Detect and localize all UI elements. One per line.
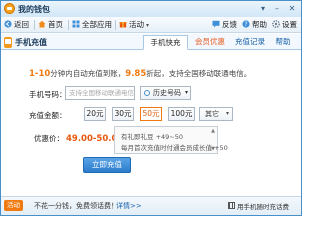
amount-option-50[interactable]: 50元 xyxy=(140,107,162,121)
activity-label: 活动 xyxy=(129,20,144,29)
offer-item: 有礼即礼豆 +49~50 xyxy=(121,133,184,141)
chevron-down-icon: ▾ xyxy=(225,110,229,117)
tab-quick-recharge[interactable]: 手机快充 xyxy=(143,35,188,50)
gear-icon xyxy=(272,20,280,28)
promo-time: 1-10 xyxy=(29,69,51,79)
history-numbers-dropdown[interactable]: 历史号码 ▾ xyxy=(140,86,191,100)
amount-option-100[interactable]: 100元 xyxy=(168,107,195,121)
grid-icon xyxy=(72,20,80,28)
feedback-button[interactable]: 反馈 xyxy=(212,19,237,31)
settings-button[interactable]: 设置 xyxy=(272,19,297,31)
feedback-label: 反馈 xyxy=(222,20,237,29)
toolbar-divider xyxy=(68,20,69,30)
tab-member-offers[interactable]: 会员优惠 xyxy=(191,35,229,50)
toolbar-divider xyxy=(34,20,35,30)
footer-bar: 活动 不花一分钱，免费领话费！ 详情>> 用手机随时充话费 xyxy=(1,196,301,215)
footer-promo-text: 不花一分钱，免费领话费！ xyxy=(34,202,118,210)
details-link[interactable]: 详情>> xyxy=(116,201,142,211)
activity-button[interactable]: 活动 ▾ xyxy=(119,19,149,31)
minimize-button[interactable]: – xyxy=(271,3,283,14)
tab-help[interactable]: 帮助 xyxy=(271,35,295,50)
window-title: 我的钱包 xyxy=(18,5,50,14)
help-icon: ? xyxy=(242,20,250,28)
scroll-down-icon[interactable]: ▼ xyxy=(210,146,216,152)
toolbar: 返回 首页 全部应用 活动 ▾ 反馈 ? 帮助 设置 xyxy=(1,17,301,33)
other-amount-select[interactable]: 其它 ▾ xyxy=(199,107,233,121)
history-label: 历史号码 xyxy=(153,89,181,97)
wallet-window: 我的钱包 ▾ – ✕ 返回 首页 全部应用 活动 ▾ 反馈 ? 帮助 设置 手机… xyxy=(0,0,302,216)
phone-number-input[interactable]: 支持全国移动联通电信 xyxy=(65,86,135,100)
settings-label: 设置 xyxy=(282,20,297,29)
scroll-up-icon[interactable]: ▲ xyxy=(210,128,216,134)
amount-option-30[interactable]: 30元 xyxy=(112,107,134,121)
feedback-icon xyxy=(212,20,220,28)
promo-end: 折起，支持全国移动联通电信。 xyxy=(146,69,252,78)
mobile-phone-icon xyxy=(4,37,12,48)
recharge-now-button[interactable]: 立即充值 xyxy=(83,157,131,173)
activity-badge: 活动 xyxy=(4,200,23,211)
title-bar: 我的钱包 ▾ – ✕ xyxy=(1,1,301,17)
back-arrow-icon xyxy=(4,20,12,28)
price-label: 优惠价： xyxy=(34,134,64,143)
svg-text:?: ? xyxy=(244,21,247,28)
amount-label: 充值金额： xyxy=(29,111,67,120)
other-amount-label: 其它 xyxy=(205,110,219,118)
mobile-recharge-link[interactable]: 用手机随时充话费 xyxy=(237,201,289,211)
offers-box: 有礼即礼豆 +49~50 每月首次充值时付通会员成长值 +50 ▲ ▼ xyxy=(114,126,228,154)
home-label: 首页 xyxy=(48,20,63,29)
tab-recharge-history[interactable]: 充值记录 xyxy=(231,35,269,50)
promo-mid: 分钟内自动充值到账， xyxy=(50,69,126,78)
toolbar-divider xyxy=(115,20,116,30)
phone-label: 手机号码： xyxy=(29,90,67,99)
promo-discount: 9.85 xyxy=(125,69,147,79)
page-header: 手机充值 手机快充 会员优惠 充值记录 帮助 xyxy=(1,34,301,50)
all-apps-label: 全部应用 xyxy=(82,20,112,29)
gift-icon xyxy=(119,22,127,28)
wallet-logo-icon xyxy=(4,3,15,14)
qr-code-icon xyxy=(228,202,235,209)
amount-option-20[interactable]: 20元 xyxy=(84,107,106,121)
chevron-down-icon: ▾ xyxy=(184,89,188,96)
help-label: 帮助 xyxy=(252,20,267,29)
help-button[interactable]: ? 帮助 xyxy=(242,19,267,31)
menu-dropdown-button[interactable]: ▾ xyxy=(257,3,269,14)
home-button[interactable]: 首页 xyxy=(38,19,63,31)
home-icon xyxy=(38,20,46,28)
back-button[interactable]: 返回 xyxy=(4,19,29,31)
history-icon xyxy=(144,90,150,96)
page-title: 手机充值 xyxy=(15,38,47,47)
all-apps-button[interactable]: 全部应用 xyxy=(72,19,112,31)
chevron-down-icon: ▾ xyxy=(146,22,150,29)
back-label: 返回 xyxy=(14,20,29,29)
promo-text: 1-10分钟内自动充值到账，9.85折起，支持全国移动联通电信。 xyxy=(29,68,251,79)
close-button[interactable]: ✕ xyxy=(286,3,298,14)
